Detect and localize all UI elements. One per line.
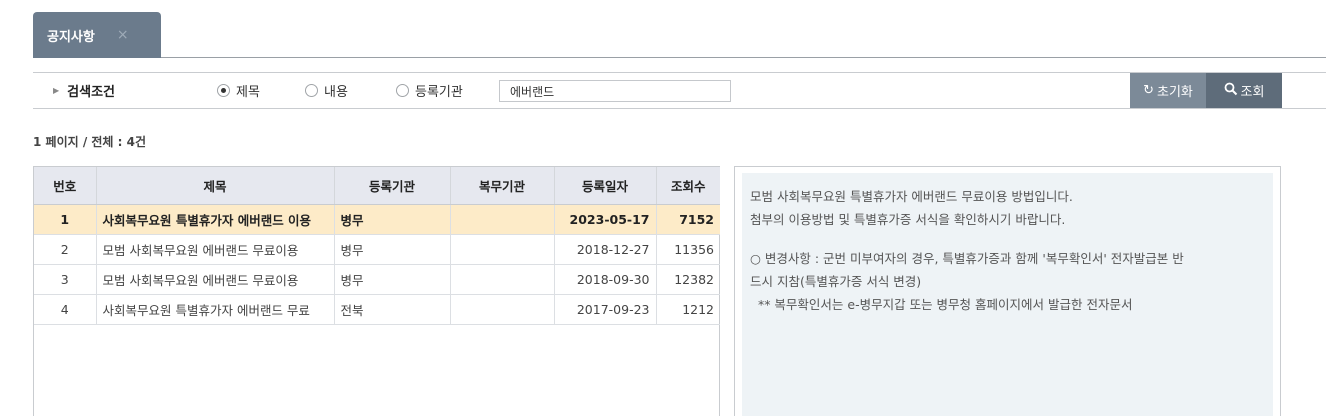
detail-line: 첨부의 이용방법 및 특별휴가증 서식을 확인하시기 바랍니다. <box>750 212 1066 227</box>
cell-date: 2018-09-30 <box>554 264 657 295</box>
col-header-date[interactable]: 등록일자 <box>554 167 657 205</box>
cell-title[interactable]: 모범 사회복무요원 에버랜드 무료이용 <box>96 264 335 295</box>
detail-line: 모범 사회복무요원 특별휴가자 에버랜드 무료이용 방법입니다. <box>750 189 1073 204</box>
cell-views: 12382 <box>656 264 720 295</box>
close-icon[interactable]: × <box>117 27 129 43</box>
col-header-org[interactable]: 등록기관 <box>334 167 451 205</box>
col-header-service[interactable]: 복무기관 <box>450 167 555 205</box>
radio-dot[interactable] <box>305 84 318 97</box>
radio-title[interactable]: 제목 <box>217 73 260 108</box>
search-bar: ▶ 검색조건 제목 내용 등록기관 ↻ 초기화 조회 <box>33 72 1326 109</box>
table-row[interactable]: 4 사회복무요원 특별휴가자 에버랜드 무료 전북 2017-09-23 121… <box>34 294 720 325</box>
cell-org: 병무 <box>334 264 451 295</box>
search-condition-label: ▶ 검색조건 <box>53 85 115 100</box>
cell-date: 2017-09-23 <box>554 294 657 325</box>
cell-service <box>450 294 555 325</box>
search-button[interactable]: 조회 <box>1206 73 1282 108</box>
tab-label: 공지사항 <box>47 29 95 45</box>
cell-no: 1 <box>34 204 97 235</box>
cell-service <box>450 204 555 235</box>
cell-org: 병무 <box>334 234 451 265</box>
cell-no: 3 <box>34 264 97 295</box>
cell-title[interactable]: 모범 사회복무요원 에버랜드 무료이용 <box>96 234 335 265</box>
cell-views: 11356 <box>656 234 720 265</box>
col-header-views[interactable]: 조회수 <box>656 167 720 205</box>
page-info: 1 페이지 / 전체 : 4건 <box>33 135 147 149</box>
detail-line: 드시 지참(특별휴가증 서식 변경) <box>750 274 922 289</box>
radio-dot[interactable] <box>217 84 230 97</box>
detail-line: ** 복무확인서는 e-병무지갑 또는 병무청 홈페이지에서 발급한 전자문서 <box>750 297 1133 312</box>
cell-title[interactable]: 사회복무요원 특별휴가자 에버랜드 무료 <box>96 294 335 325</box>
tab-notice[interactable]: 공지사항 × <box>33 12 161 58</box>
radio-org[interactable]: 등록기관 <box>396 73 463 108</box>
tab-bar: 공지사항 × <box>33 12 1326 58</box>
table-row[interactable]: 1 사회복무요원 특별휴가자 에버랜드 이용 병무 2023-05-17 715… <box>34 204 720 235</box>
table-header-row: 번호 제목 등록기관 복무기관 등록일자 조회수 <box>34 167 720 205</box>
notice-table: 번호 제목 등록기관 복무기관 등록일자 조회수 1 사회복무요원 특별휴가자 … <box>33 166 720 416</box>
cell-service <box>450 234 555 265</box>
table-row[interactable]: 2 모범 사회복무요원 에버랜드 무료이용 병무 2018-12-27 1135… <box>34 234 720 265</box>
cell-no: 2 <box>34 234 97 265</box>
cell-no: 4 <box>34 294 97 325</box>
col-header-title[interactable]: 제목 <box>96 167 335 205</box>
search-input[interactable] <box>499 80 731 102</box>
refresh-icon: ↻ <box>1143 83 1154 98</box>
radio-dot[interactable] <box>396 84 409 97</box>
radio-content[interactable]: 내용 <box>305 73 348 108</box>
detail-content: 모범 사회복무요원 특별휴가자 에버랜드 무료이용 방법입니다. 첨부의 이용방… <box>742 173 1273 416</box>
cell-views: 7152 <box>656 204 720 235</box>
table-row[interactable]: 3 모범 사회복무요원 에버랜드 무료이용 병무 2018-09-30 1238… <box>34 264 720 295</box>
cell-date: 2023-05-17 <box>554 204 657 235</box>
col-header-no[interactable]: 번호 <box>34 167 97 205</box>
cell-org: 전북 <box>334 294 451 325</box>
caret-right-icon: ▶ <box>53 86 60 95</box>
detail-panel: 모범 사회복무요원 특별휴가자 에버랜드 무료이용 방법입니다. 첨부의 이용방… <box>734 166 1281 416</box>
cell-title[interactable]: 사회복무요원 특별휴가자 에버랜드 이용 <box>96 204 335 235</box>
cell-org: 병무 <box>334 204 451 235</box>
cell-service <box>450 264 555 295</box>
cell-views: 1212 <box>656 294 720 325</box>
reset-button[interactable]: ↻ 초기화 <box>1130 73 1206 108</box>
magnifier-icon <box>1224 82 1238 100</box>
detail-line: ○ 변경사항 : 군번 미부여자의 경우, 특별휴가증과 함께 '복무확인서' … <box>750 251 1184 266</box>
cell-date: 2018-12-27 <box>554 234 657 265</box>
